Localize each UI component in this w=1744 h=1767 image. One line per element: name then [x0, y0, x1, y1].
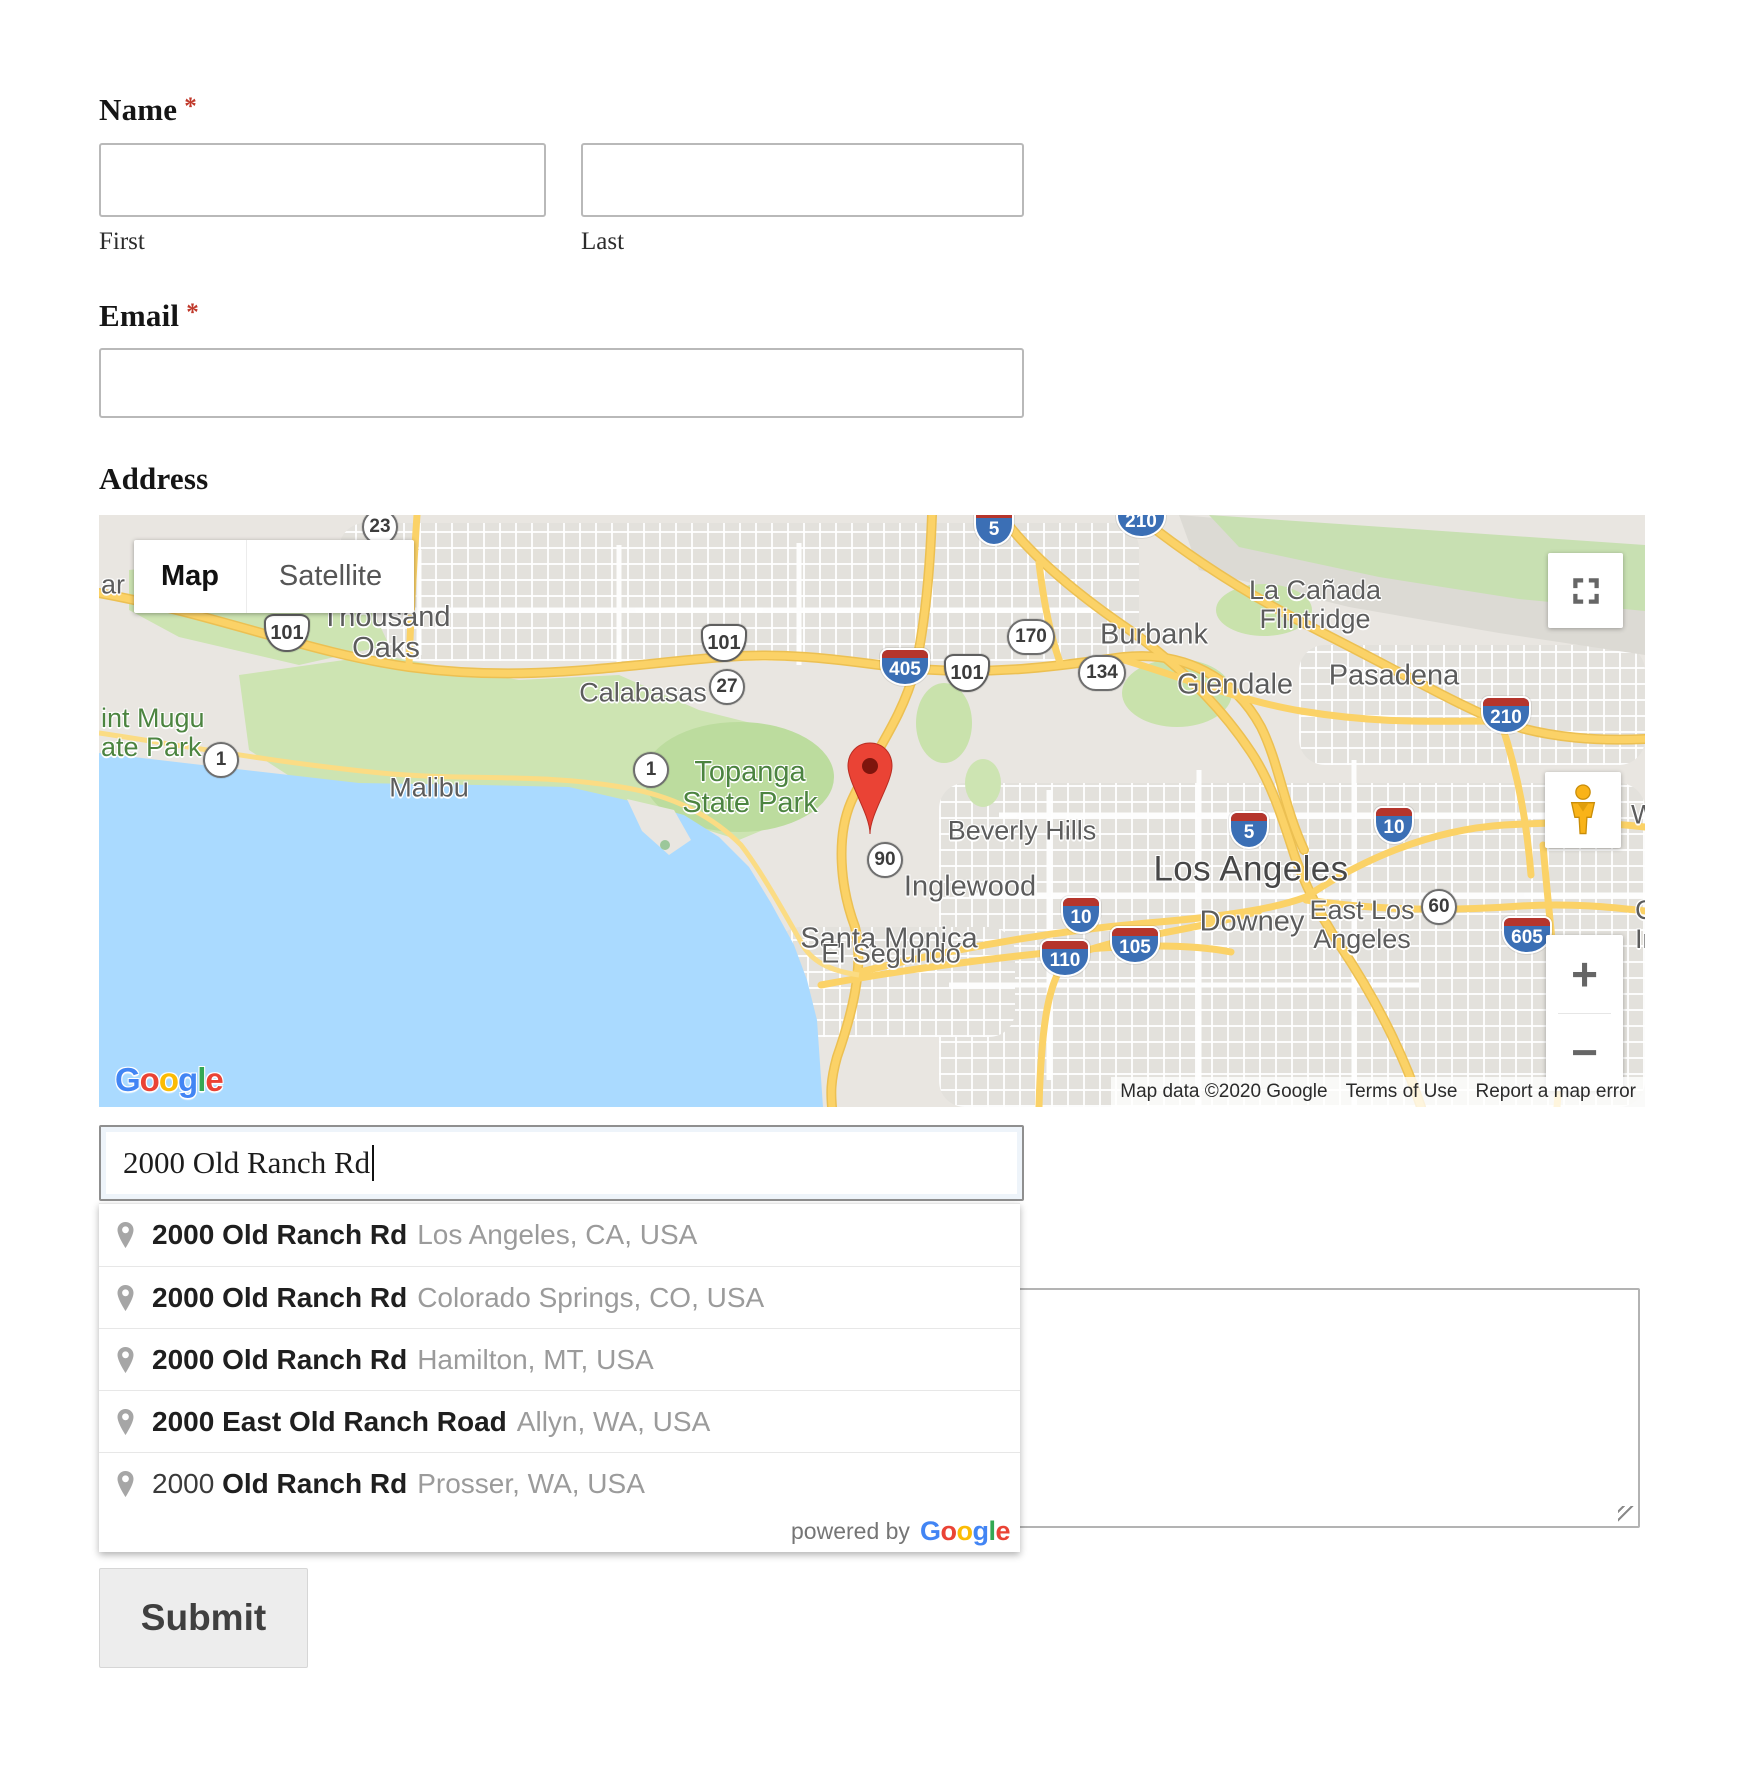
- map-city-label: Los Angeles: [1153, 850, 1348, 887]
- map-city-label: Malibu: [389, 774, 469, 803]
- email-required-asterisk: *: [186, 299, 199, 326]
- map-city-label: La Cañada Flintridge: [1249, 576, 1381, 634]
- map-city-label: El Segundo: [821, 940, 961, 969]
- suggestion-secondary-text: Los Angeles, CA, USA: [417, 1219, 697, 1251]
- route-badge: 27: [709, 669, 745, 705]
- autocomplete-suggestion[interactable]: 2000 Old Ranch Rd Hamilton, MT, USA: [99, 1328, 1020, 1390]
- pegman-icon: [1563, 784, 1603, 836]
- route-badge: 170: [1007, 619, 1055, 655]
- address-autocomplete-dropdown: 2000 Old Ranch RdLos Angeles, CA, USA200…: [99, 1203, 1020, 1552]
- name-label-text: Name: [99, 92, 177, 127]
- email-label: Email *: [99, 298, 199, 334]
- location-pin-icon: [117, 1222, 134, 1248]
- map-city-label: C In: [1635, 896, 1645, 954]
- suggestion-main-text: 2000 Old Ranch Rd: [152, 1344, 407, 1376]
- zoom-control: + −: [1546, 935, 1623, 1091]
- route-badge: 60: [1421, 889, 1457, 925]
- name-required-asterisk: *: [184, 93, 197, 120]
- map-city-label: Glendale: [1177, 669, 1293, 700]
- location-pin-icon: [117, 1409, 134, 1435]
- suggestion-main-text: 2000 Old Ranch Rd: [152, 1282, 407, 1314]
- email-label-text: Email: [99, 298, 179, 333]
- fullscreen-icon: [1569, 574, 1603, 608]
- map-city-label: East Los Angeles: [1309, 896, 1414, 954]
- autocomplete-suggestion[interactable]: 2000 Old Ranch Rd Colorado Springs, CO, U…: [99, 1266, 1020, 1328]
- map-city-label: Topanga State Park: [682, 757, 817, 819]
- map-city-label: Pasadena: [1329, 660, 1460, 691]
- google-logo[interactable]: Google: [115, 1061, 223, 1099]
- location-pin-icon: [117, 1347, 134, 1373]
- map-marker-pin-icon[interactable]: [845, 741, 895, 839]
- textarea-resize-grip-icon[interactable]: [1618, 1506, 1634, 1522]
- suggestion-secondary-text: Colorado Springs, CO, USA: [417, 1282, 764, 1314]
- powered-by-google: powered by Google: [99, 1514, 1020, 1552]
- map-city-label: Downey: [1200, 906, 1305, 937]
- name-label: Name *: [99, 92, 197, 128]
- map-type-control: Map Satellite: [134, 540, 414, 613]
- terms-of-use-link[interactable]: Terms of Use: [1337, 1077, 1467, 1107]
- first-name-input[interactable]: [99, 143, 546, 217]
- map-city-label: ar: [101, 571, 125, 600]
- autocomplete-suggestion[interactable]: 2000 East Old Ranch Road Allyn, WA, USA: [99, 1390, 1020, 1452]
- map-type-map-button[interactable]: Map: [134, 540, 246, 613]
- message-textarea[interactable]: [1003, 1288, 1640, 1528]
- google-map[interactable]: 2310110127405101517013421021051010606051…: [99, 515, 1645, 1107]
- suggestion-main-text: 2000 Old Ranch Rd: [152, 1468, 407, 1500]
- suggestion-main-text: 2000 East Old Ranch Road: [152, 1406, 507, 1438]
- powered-by-text: powered by: [791, 1518, 910, 1545]
- route-badge: 90: [867, 842, 903, 878]
- map-city-label: Calabasas: [579, 679, 707, 708]
- suggestion-secondary-text: Allyn, WA, USA: [517, 1406, 710, 1438]
- submit-button[interactable]: Submit: [99, 1568, 308, 1668]
- zoom-in-button[interactable]: +: [1546, 935, 1623, 1013]
- map-city-label: int Mugu ate Park: [101, 704, 205, 762]
- autocomplete-suggestion[interactable]: 2000 Old Ranch Rd Los Angeles, CA, USA: [99, 1204, 1020, 1266]
- address-input-value: 2000 Old Ranch Rd: [123, 1145, 370, 1181]
- address-label-text: Address: [99, 461, 208, 496]
- suggestion-secondary-text: Prosser, WA, USA: [417, 1468, 645, 1500]
- location-pin-icon: [117, 1471, 134, 1497]
- map-city-label: W: [1631, 801, 1645, 830]
- autocomplete-suggestion[interactable]: 2000 Old Ranch Rd Prosser, WA, USA: [99, 1452, 1020, 1514]
- address-label: Address: [99, 461, 208, 497]
- pegman-button[interactable]: [1545, 772, 1621, 848]
- suggestion-secondary-text: Hamilton, MT, USA: [417, 1344, 654, 1376]
- text-cursor: [372, 1145, 374, 1181]
- last-name-input[interactable]: [581, 143, 1024, 217]
- suggestion-main-text: 2000 Old Ranch Rd: [152, 1219, 407, 1251]
- first-sublabel: First: [99, 228, 145, 256]
- last-sublabel: Last: [581, 228, 624, 256]
- google-logo: Google: [920, 1516, 1010, 1547]
- route-badge: 1: [203, 742, 239, 778]
- map-city-label: Beverly Hills: [948, 817, 1097, 846]
- location-pin-icon: [117, 1285, 134, 1311]
- map-type-satellite-button[interactable]: Satellite: [246, 540, 414, 613]
- route-badge: 1: [633, 752, 669, 788]
- address-input[interactable]: 2000 Old Ranch Rd: [99, 1125, 1024, 1201]
- page: Name * First Last Email * Address: [0, 0, 1744, 1767]
- map-city-label: Burbank: [1100, 619, 1208, 650]
- fullscreen-button[interactable]: [1548, 553, 1623, 628]
- map-city-label: Inglewood: [904, 871, 1036, 902]
- report-map-error-link[interactable]: Report a map error: [1466, 1077, 1645, 1107]
- email-input[interactable]: [99, 348, 1024, 418]
- map-data-text: Map data ©2020 Google: [1111, 1077, 1336, 1107]
- route-badge: 134: [1078, 655, 1126, 691]
- map-attribution: Map data ©2020 Google Terms of Use Repor…: [1111, 1077, 1645, 1107]
